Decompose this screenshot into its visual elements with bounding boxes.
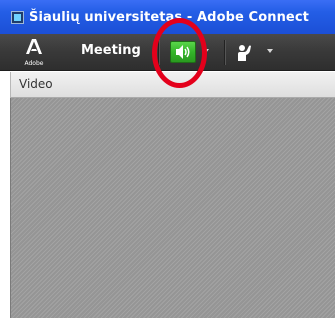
window-titlebar[interactable]: Šiaulių universitetas - Adobe Connect [0, 0, 335, 34]
raise-hand-button[interactable] [236, 42, 256, 62]
adobe-connect-window: Šiaulių universitetas - Adobe Connect Ad… [0, 0, 335, 318]
adobe-logo-icon [24, 38, 44, 59]
toolbar-separator [158, 40, 159, 65]
speaker-dropdown-chevron-down-icon[interactable] [203, 49, 209, 53]
raise-hand-icon [238, 45, 251, 61]
video-pod-content [10, 98, 335, 318]
raise-hand-dropdown-chevron-down-icon[interactable] [267, 49, 273, 53]
speaker-volume-icon [176, 45, 190, 59]
main-toolbar: Adobe Meeting [0, 34, 335, 71]
adobe-logo-text: Adobe [24, 60, 44, 67]
adobe-logo: Adobe [24, 38, 44, 67]
meeting-menu[interactable]: Meeting [81, 43, 141, 58]
left-margin [0, 71, 10, 318]
speaker-button[interactable] [170, 41, 196, 63]
toolbar-separator [224, 40, 225, 65]
window-title: Šiaulių universitetas - Adobe Connect [29, 9, 309, 25]
video-pod-title: Video [19, 77, 53, 91]
video-pod-header[interactable]: Video [10, 72, 335, 98]
adobe-connect-app-icon [11, 10, 24, 24]
